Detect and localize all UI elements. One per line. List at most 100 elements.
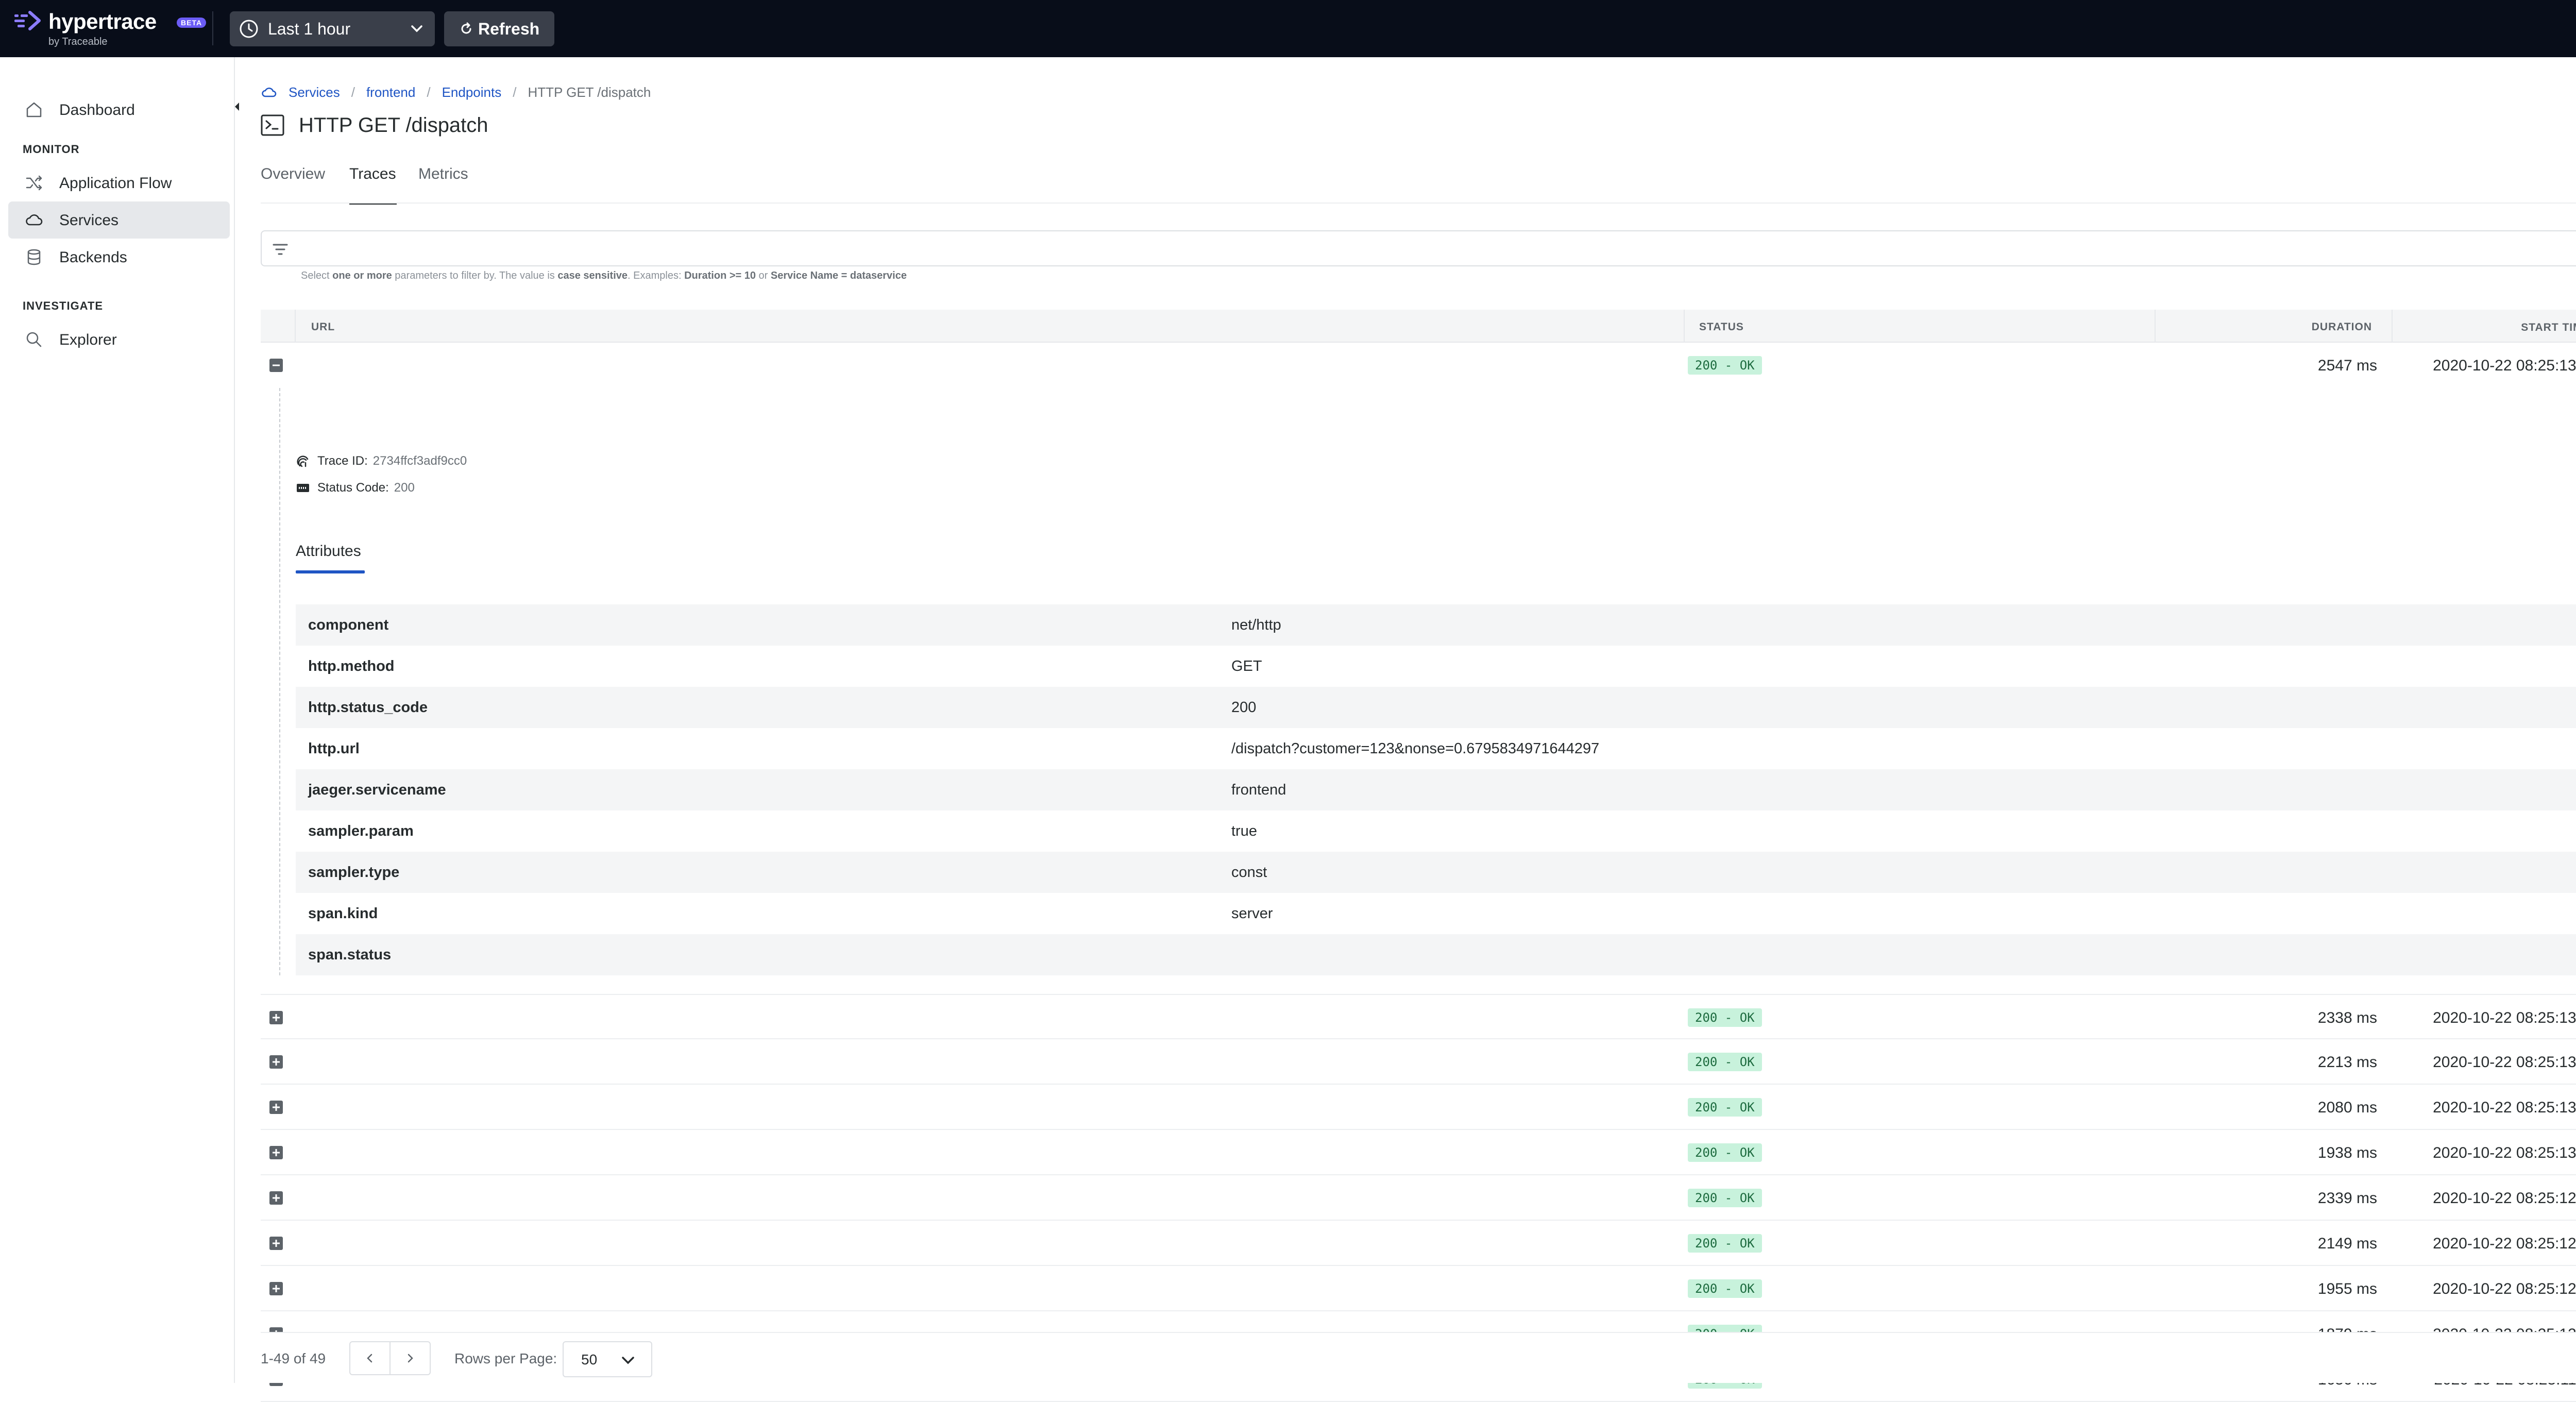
attribute-key: span.status xyxy=(308,947,392,963)
previous-page-button[interactable] xyxy=(349,1341,391,1375)
column-header-url[interactable]: URL xyxy=(311,321,335,333)
start-time-cell: 2020-10-22 08:25:13 PM xyxy=(2433,1144,2576,1161)
column-divider xyxy=(2155,310,2156,343)
breadcrumb-separator: / xyxy=(351,84,355,100)
breadcrumb-separator: / xyxy=(427,84,431,100)
attribute-key: span.kind xyxy=(308,905,378,922)
attribute-row: sampler.param true xyxy=(296,810,2576,852)
attribute-key: http.method xyxy=(308,658,395,674)
duration-cell: 2338 ms xyxy=(2317,1009,2377,1026)
duration-cell: 2339 ms xyxy=(2317,1190,2377,1207)
tab-bar-border xyxy=(261,202,2576,204)
attribute-key: sampler.param xyxy=(308,823,414,839)
breadcrumb-frontend[interactable]: frontend xyxy=(366,85,415,100)
tab-attributes[interactable]: Attributes xyxy=(296,543,361,560)
column-divider xyxy=(295,310,296,343)
tab-metrics[interactable]: Metrics xyxy=(418,165,468,183)
sidebar: Dashboard MONITOR Application Flow Servi… xyxy=(0,57,239,1383)
rows-per-page-label: Rows per Page: xyxy=(454,1350,557,1366)
sidebar-item-dashboard[interactable]: Dashboard xyxy=(8,91,230,128)
trace-id-value: 2734ffcf3adf9cc0 xyxy=(372,454,467,468)
expand-row-icon[interactable] xyxy=(269,1055,283,1069)
attribute-row: http.url /dispatch?customer=123&nonse=0.… xyxy=(296,728,2576,769)
next-page-button[interactable] xyxy=(389,1341,431,1375)
refresh-button[interactable]: Refresh xyxy=(444,11,554,46)
expand-row-icon[interactable] xyxy=(269,1100,283,1114)
sidebar-item-backends[interactable]: Backends xyxy=(8,239,230,276)
table-row[interactable]: 200 - OK 2080 ms 2020-10-22 08:25:13 PM xyxy=(261,1085,2576,1130)
column-header-duration[interactable]: DURATION xyxy=(2312,321,2372,333)
expand-row-icon[interactable] xyxy=(269,1236,283,1251)
start-time-cell: 2020-10-22 08:25:13 PM xyxy=(2433,1009,2576,1026)
sidebar-item-label: Explorer xyxy=(59,331,117,348)
expand-row-icon[interactable] xyxy=(269,1191,283,1205)
status-badge: 200 - OK xyxy=(1688,1189,1762,1207)
table-row[interactable]: 200 - OK 2338 ms 2020-10-22 08:25:13 PM xyxy=(261,994,2576,1039)
brand-logo[interactable]: hypertrace BETA by Traceable xyxy=(14,7,207,50)
trace-id-label: Trace ID: xyxy=(317,454,368,468)
filter-bar[interactable] xyxy=(261,230,2576,266)
rows-per-page-select[interactable]: 50 xyxy=(563,1341,652,1377)
brand-subtitle: by Traceable xyxy=(48,36,108,47)
column-divider xyxy=(1684,310,1685,343)
table-row[interactable]: 200 - OK 2339 ms 2020-10-22 08:25:12 PM xyxy=(261,1175,2576,1221)
breadcrumb-current: HTTP GET /dispatch xyxy=(528,84,651,100)
pagination-bar: 1-49 of 49 Rows per Page: 50 xyxy=(261,1332,2576,1383)
breadcrumb-endpoints[interactable]: Endpoints xyxy=(442,85,502,100)
sidebar-item-services[interactable]: Services xyxy=(8,201,230,239)
expand-row-icon[interactable] xyxy=(269,1281,283,1296)
sidebar-item-application-flow[interactable]: Application Flow xyxy=(8,164,230,201)
rows-per-page-value: 50 xyxy=(581,1352,598,1367)
start-time-cell: 2020-10-22 08:25:12 PM xyxy=(2433,1280,2576,1297)
column-header-status[interactable]: STATUS xyxy=(1699,321,1744,333)
attribute-value: GET xyxy=(1231,658,1262,674)
attribute-value: 200 xyxy=(1231,699,1257,716)
start-time-cell: 2020-10-22 08:25:13 PM xyxy=(2433,1099,2576,1116)
duration-cell: 1955 ms xyxy=(2317,1280,2377,1297)
home-icon xyxy=(26,102,42,117)
column-header-start-time[interactable]: START TIME ▾ xyxy=(2521,321,2576,334)
sidebar-item-explorer[interactable]: Explorer xyxy=(8,321,230,358)
expand-row-icon[interactable] xyxy=(269,1010,283,1025)
table-row[interactable]: 200 - OK 2547 ms 2020-10-22 08:25:13 PM xyxy=(261,343,2576,388)
table-row[interactable]: 200 - OK 1938 ms 2020-10-22 08:25:13 PM xyxy=(261,1130,2576,1175)
duration-cell: 1938 ms xyxy=(2317,1144,2377,1161)
topbar-divider xyxy=(212,11,213,45)
filter-hint: Select one or more parameters to filter … xyxy=(301,270,907,281)
attribute-key: component xyxy=(308,617,389,633)
attributes-table: component net/http http.method GET http.… xyxy=(296,604,2576,975)
filter-input[interactable] xyxy=(298,237,2565,260)
terminal-icon xyxy=(261,114,284,136)
attribute-row: jaeger.servicename frontend xyxy=(296,769,2576,810)
table-row[interactable]: 200 - OK 2213 ms 2020-10-22 08:25:13 PM xyxy=(261,1039,2576,1085)
attribute-value: const xyxy=(1231,864,1267,881)
attribute-key: http.status_code xyxy=(308,699,428,716)
sidebar-item-label: Dashboard xyxy=(59,102,135,119)
sidebar-item-label: Application Flow xyxy=(59,175,172,192)
attribute-row: span.kind server xyxy=(296,893,2576,934)
attribute-row: component net/http xyxy=(296,604,2576,646)
table-row[interactable]: 200 - OK 1955 ms 2020-10-22 08:25:12 PM xyxy=(261,1266,2576,1311)
filter-icon xyxy=(273,244,288,255)
attribute-value: /dispatch?customer=123&nonse=0.679583497… xyxy=(1231,740,1600,757)
page-title: HTTP GET /dispatch xyxy=(261,111,488,140)
table-row[interactable]: 200 - OK 2149 ms 2020-10-22 08:25:12 PM xyxy=(261,1221,2576,1266)
main-content: Services / frontend / Endpoints / HTTP G… xyxy=(236,57,2576,1402)
attribute-row: span.status xyxy=(296,934,2576,975)
attribute-key: sampler.type xyxy=(308,864,400,881)
trace-detail-panel: Trace ID: 2734ffcf3adf9cc0 Status Code: … xyxy=(261,388,2576,991)
status-badge: 200 - OK xyxy=(1688,1279,1762,1298)
sidebar-item-label: Backends xyxy=(59,249,127,266)
chevron-down-icon xyxy=(622,1357,634,1364)
cloud-icon xyxy=(26,214,43,226)
time-range-picker[interactable]: Last 1 hour xyxy=(230,11,435,46)
tab-overview[interactable]: Overview xyxy=(261,165,325,183)
tab-traces[interactable]: Traces xyxy=(349,165,396,183)
breadcrumb: Services / frontend / Endpoints / HTTP G… xyxy=(261,82,651,103)
breadcrumb-services[interactable]: Services xyxy=(289,85,340,100)
collapse-row-icon[interactable] xyxy=(269,358,283,373)
top-bar: hypertrace BETA by Traceable Last 1 hour… xyxy=(0,0,2576,57)
status-badge: 200 - OK xyxy=(1688,356,1762,375)
expand-row-icon[interactable] xyxy=(269,1145,283,1160)
shuffle-icon xyxy=(26,175,42,191)
